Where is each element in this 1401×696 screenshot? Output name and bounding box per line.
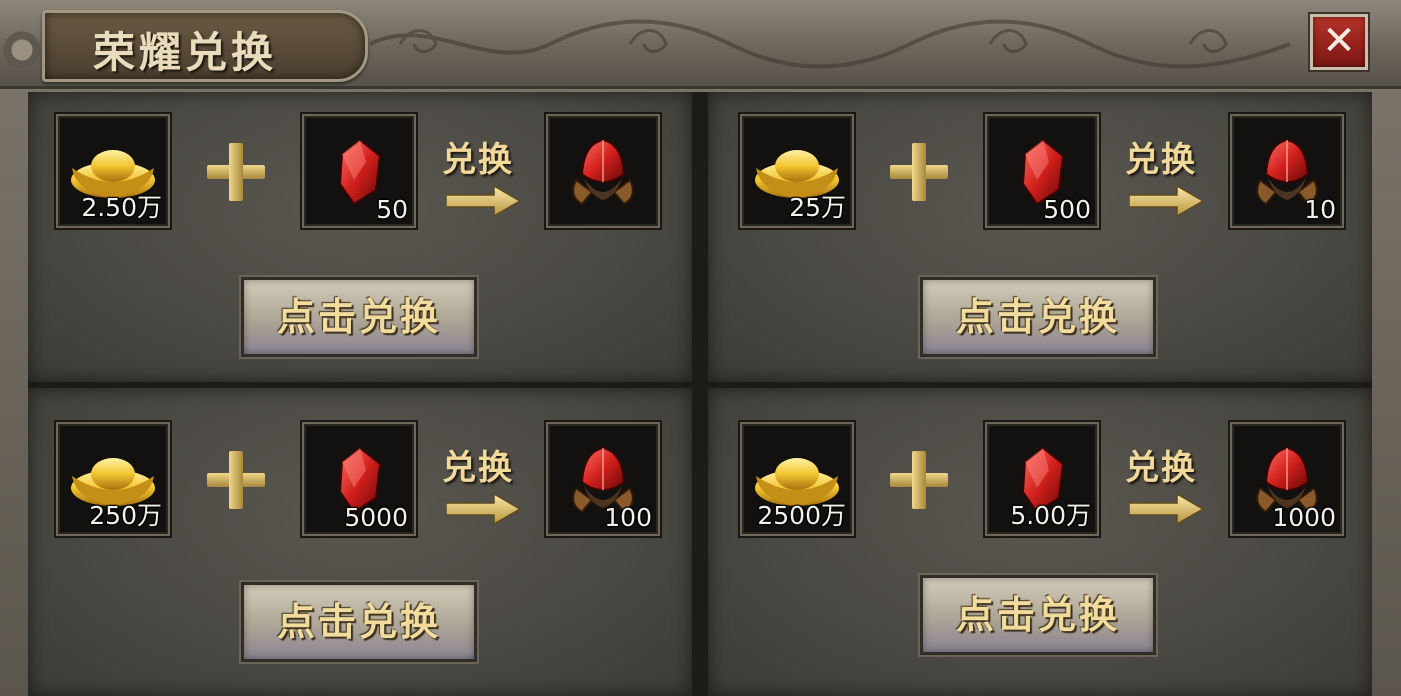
gem-slot: 5000 [302,422,416,536]
arrow-right-icon [446,184,520,218]
reward-slot[interactable]: 1000 [1230,422,1344,536]
armored-helmet-icon [572,138,634,206]
gold-slot: 2500万 [740,422,854,536]
exchange-button[interactable]: 点击兑换 [920,277,1156,357]
gold-amount: 2500万 [757,501,846,530]
gem-slot: 50 [302,114,416,228]
gold-slot: 25万 [740,114,854,228]
arrow-right-icon [1129,492,1203,526]
reward-amount: 1000 [1272,503,1336,532]
arrow-right-icon [1129,184,1203,218]
arrow-right-icon [446,492,520,526]
gold-amount: 250万 [89,501,162,530]
plus-icon [890,451,948,509]
gem-amount: 5000 [344,503,408,532]
exchange-button[interactable]: 点击兑换 [241,582,477,662]
close-button[interactable]: ✕ [1310,14,1368,70]
gold-slot: 250万 [56,422,170,536]
offer-panel-4: 2500万 5.00万 兑换 1000 点击兑换 [708,388,1372,696]
exchange-label: 兑换 [1125,140,1197,180]
gem-amount: 500 [1043,195,1091,224]
reward-slot[interactable]: 10 [1230,114,1344,228]
close-icon: ✕ [1322,18,1356,64]
gem-amount: 50 [376,195,408,224]
gem-slot: 5.00万 [985,422,1099,536]
gold-slot: 2.50万 [56,114,170,228]
reward-amount: 10 [1304,195,1336,224]
gem-slot: 500 [985,114,1099,228]
gold-amount: 2.50万 [81,193,162,222]
plus-icon [207,143,265,201]
plus-icon [890,143,948,201]
reward-slot[interactable]: 100 [546,422,660,536]
exchange-label: 兑换 [1125,448,1197,488]
exchange-label: 兑换 [442,448,514,488]
reward-amount: 100 [604,503,652,532]
offer-panel-1: 2.50万 50 兑换 点击兑换 [28,92,692,382]
window-title: 荣耀兑换 [93,28,278,77]
gold-amount: 25万 [789,193,846,222]
window-header: 荣耀兑换 ✕ [0,0,1401,89]
reward-slot[interactable] [546,114,660,228]
offer-panel-2: 25万 500 兑换 10 点击兑换 [708,92,1372,382]
ornament-corner [0,0,44,86]
header-ornament [370,19,1290,69]
title-plate: 荣耀兑换 [42,10,368,82]
plus-icon [207,451,265,509]
exchange-button[interactable]: 点击兑换 [920,575,1156,655]
offer-panel-3: 250万 5000 兑换 100 点击兑换 [28,388,692,696]
exchange-button[interactable]: 点击兑换 [241,277,477,357]
exchange-label: 兑换 [442,140,514,180]
gem-amount: 5.00万 [1010,501,1091,530]
